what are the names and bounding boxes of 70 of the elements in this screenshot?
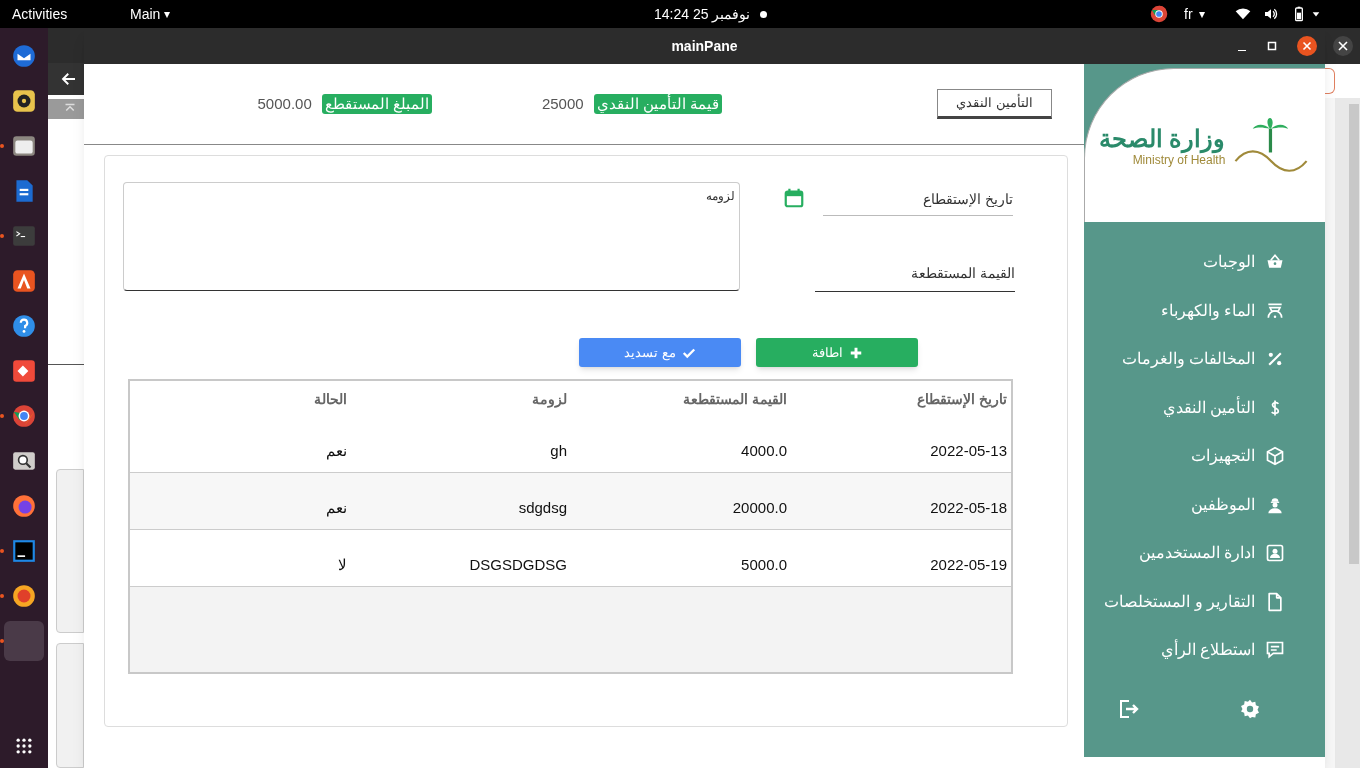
stat-value: 25000 [541,93,584,114]
table-cell-text: لا [337,555,348,575]
logo-english-text: Ministry of Health [1132,152,1226,167]
menu-item[interactable]: الوجبات [1084,238,1285,287]
date-field[interactable]: تاريخ الإستقطاع [823,182,1013,216]
table-cell-text: نعم [325,441,348,462]
close-icon[interactable] [1297,36,1317,56]
app-icon[interactable] [11,268,37,294]
logo-arabic-text: وزارة الصحة [1098,124,1226,153]
menu-item[interactable]: التجهيزات [1084,432,1285,481]
column-header[interactable]: لزومة [351,381,571,416]
action-button[interactable]: مع تسديد [579,338,741,367]
menu-item[interactable]: التقارير و المستخلصات [1084,577,1285,626]
notes-field[interactable]: لزومه [123,182,740,291]
table-cell-text: sdgdsg [517,498,568,518]
menu-icon [1265,446,1285,467]
app-icon[interactable] [11,43,37,69]
menu-icon [1265,591,1285,612]
menu-item[interactable]: استطلاع الرأي [1084,626,1285,675]
table-cell-text: gh [549,441,568,461]
caret-icon[interactable] [1310,9,1321,19]
app-icon[interactable] [11,403,37,429]
menu-icon [1265,543,1285,564]
volume-icon[interactable] [1262,6,1279,22]
menu-item[interactable]: ادارة المستخدمين [1084,529,1285,578]
column-header[interactable]: الحالة [131,381,351,416]
caret-icon[interactable]: ▾ [1198,5,1205,23]
clock[interactable]: 14:24 25 نوفمبر [654,3,751,25]
table-cell-text: 4000.0 [740,441,788,461]
app-icon[interactable] [11,493,37,519]
app-icon[interactable] [11,358,37,384]
browser-icon[interactable] [1150,5,1168,23]
caret-icon[interactable]: ▾ [164,5,171,23]
column-header[interactable]: القيمة المستقطعة [571,381,791,416]
menu-item[interactable]: الموظفين [1084,480,1285,529]
table-cell-text: 2022-05-18 [929,498,1008,518]
column-header[interactable]: تاريخ الإستقطاع [791,381,1011,416]
table-cell-text: DSGSDGDSG [468,555,568,575]
cash-insurance-button[interactable]: التأمين النقدي [937,89,1052,119]
close-icon[interactable] [1332,36,1353,56]
table-cell-text: 5000.0 [740,555,788,575]
table-cell-text: 20000.0 [731,498,788,518]
app-icon[interactable] [11,583,37,609]
menu-item[interactable]: التأمين النقدي [1084,383,1285,432]
menu-icon [1265,640,1285,661]
table-cell-text: نعم [325,498,348,519]
language-indicator[interactable]: fr [1184,3,1193,25]
activities-button[interactable]: Activities [12,3,112,25]
app-icon[interactable] [11,133,37,159]
maximize-icon[interactable] [1267,41,1277,51]
table-cell-text: 2022-05-13 [929,441,1008,461]
menu-item[interactable]: المخالفات والغرمات [1084,335,1285,384]
menu-item[interactable]: الماء والكهرباء [1084,286,1285,335]
app-icon[interactable] [11,313,37,339]
settings-icon[interactable] [1239,698,1261,720]
wifi-icon[interactable] [1234,6,1251,22]
app-grid-icon[interactable] [14,736,34,756]
stat-label: المبلغ المستقطع [321,94,432,114]
app-menu-label[interactable]: Main [130,3,161,25]
amount-field[interactable]: القيمة المستقطعة [815,254,1015,292]
plus-icon [848,345,863,360]
table-cell-text: 2022-05-19 [929,555,1008,575]
calendar-icon[interactable] [783,187,805,209]
stat-value: 5000.00 [257,93,312,114]
notification-dot-icon [760,10,768,18]
app-icon[interactable] [11,88,37,114]
app-icon[interactable] [11,538,37,564]
scrollbar-thumb[interactable] [1349,104,1359,564]
stat-label: قيمة التأمين النقدي [593,94,722,114]
window-title: mainPane [671,36,738,56]
